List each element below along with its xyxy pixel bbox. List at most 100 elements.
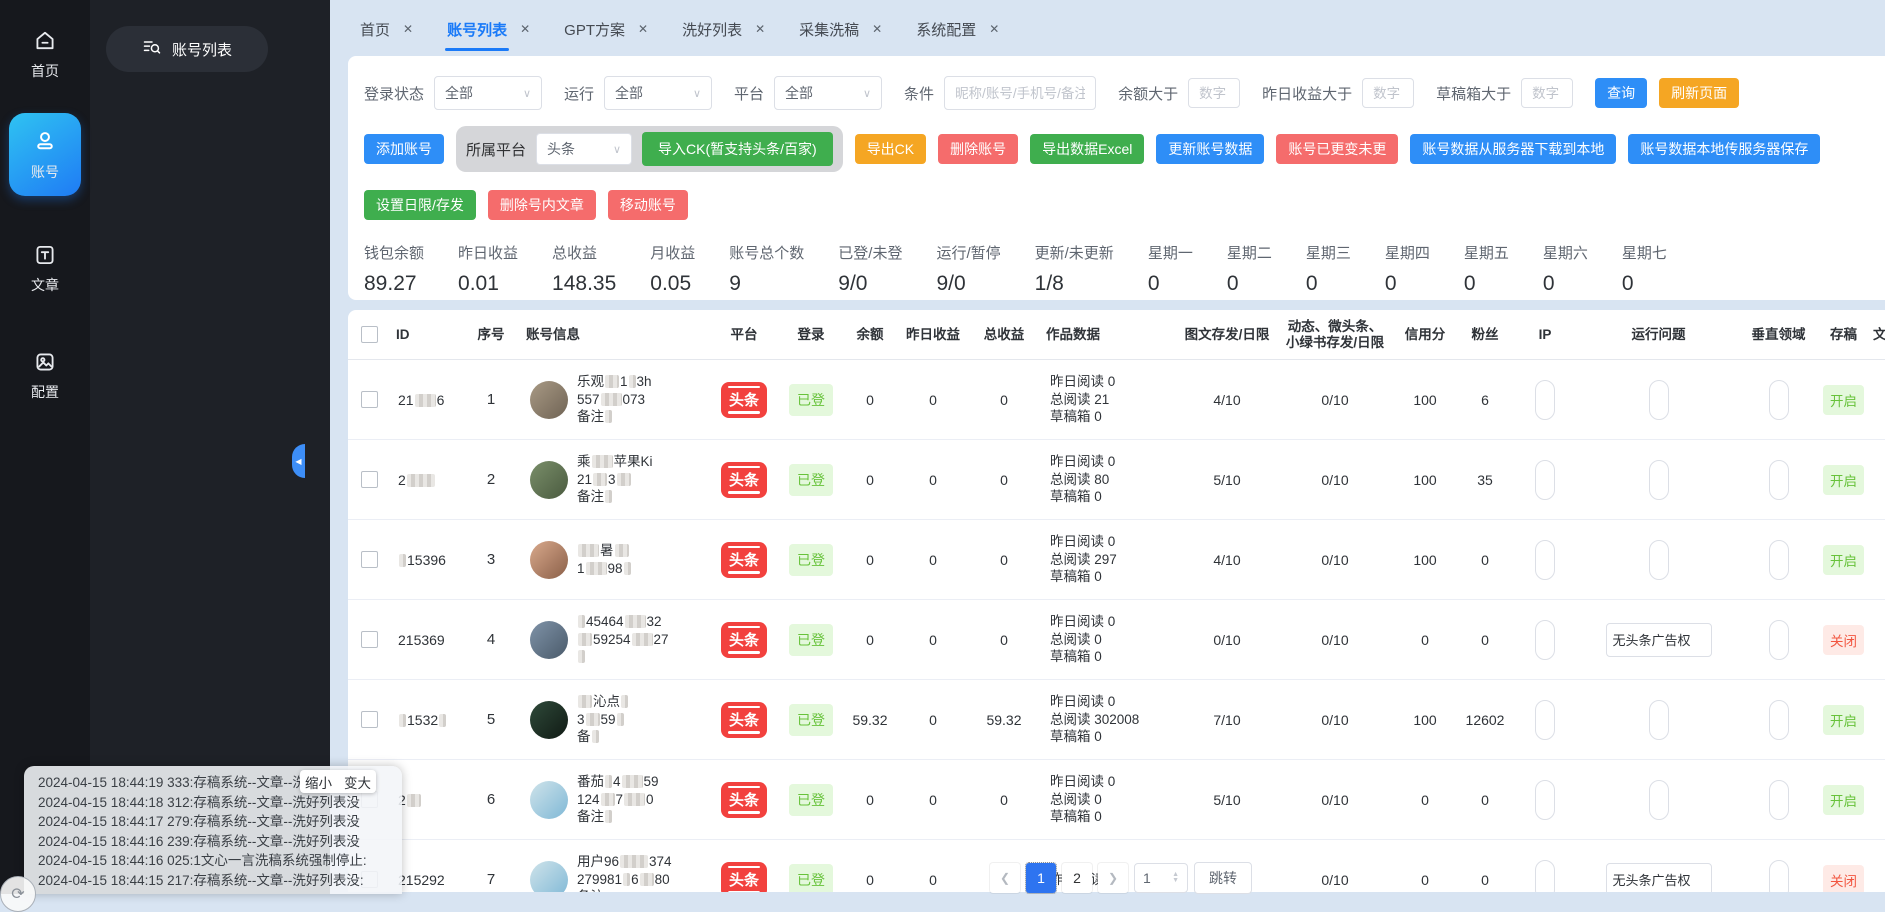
vertical-field-box[interactable] [1769,620,1789,660]
tab[interactable]: 首页 ✕ [360,19,413,40]
sidebar-item-config[interactable]: 配置 [9,343,81,408]
stat-label: 账号总个数 [729,242,804,263]
vertical-field-box[interactable] [1769,780,1789,820]
condition-input[interactable] [944,76,1096,110]
vertical-field-box[interactable] [1769,540,1789,580]
action-button[interactable]: 导出CK [855,134,926,164]
next-page-button[interactable]: ❯ [1098,863,1128,893]
yesterday-gt-input[interactable] [1362,78,1414,108]
add-account-button[interactable]: 添加账号 [364,134,444,164]
stat-value: 0 [1622,272,1667,296]
run-issue-input[interactable] [1606,623,1712,657]
sidebar-item-account[interactable]: 账号 [9,113,81,196]
run-issue-box[interactable] [1649,460,1669,500]
vertical-field-box[interactable] [1769,860,1789,893]
row-checkbox[interactable] [361,391,378,408]
stat-value: 0 [1464,272,1509,296]
close-icon[interactable]: ✕ [638,22,648,36]
stat-item: 月收益 0.05 [650,242,695,296]
tab[interactable]: 系统配置 ✕ [916,19,999,40]
zoom-out-button[interactable]: 缩小 [305,772,332,792]
ip-box[interactable] [1535,860,1555,893]
run-issue-box[interactable] [1649,380,1669,420]
ip-box[interactable] [1535,380,1555,420]
platform-select[interactable]: 全部 ∨ [774,76,882,110]
column-header: 昨日收益 [898,310,968,360]
ip-box[interactable] [1535,780,1555,820]
draftbox-gt-label: 草稿箱大于 [1436,83,1511,104]
run-select[interactable]: 全部 ∨ [604,76,712,110]
run-issue-box[interactable] [1649,700,1669,740]
total-earning-cell: 0 [968,440,1040,520]
query-button[interactable]: 查询 [1595,78,1647,108]
run-issue-box[interactable] [1649,780,1669,820]
ip-box[interactable] [1535,540,1555,580]
tab[interactable]: 洗好列表 ✕ [682,19,765,40]
chevron-right-icon: ❯ [1108,871,1118,885]
stat-item: 星期六 0 [1543,242,1588,296]
vertical-field-box[interactable] [1769,700,1789,740]
credit-score-cell: 100 [1394,440,1456,520]
action-button[interactable]: 账号数据从服务器下载到本地 [1410,134,1616,164]
main-area: 首页 ✕ 账号列表 ✕ GPT方案 ✕ 洗好列表 ✕ 采集洗稿 ✕ [330,0,1885,894]
tab-bar: 首页 ✕ 账号列表 ✕ GPT方案 ✕ 洗好列表 ✕ 采集洗稿 ✕ [360,14,1885,44]
action-button[interactable]: 账号已更变未更 [1276,134,1398,164]
sidebar-item-home[interactable]: 首页 [9,22,81,87]
select-all-checkbox[interactable] [361,326,378,343]
close-icon[interactable]: ✕ [520,22,530,36]
action-button[interactable]: 导出数据Excel [1030,134,1144,164]
balance-cell: 0 [842,840,898,893]
action-button[interactable]: 更新账号数据 [1156,134,1264,164]
panel-search[interactable]: 账号列表 [106,26,268,72]
run-issue-box[interactable] [1649,540,1669,580]
row-checkbox[interactable] [361,551,378,568]
sidebar-item-article[interactable]: 文章 [9,236,81,301]
refresh-page-button[interactable]: 刷新页面 [1659,78,1739,108]
close-icon[interactable]: ✕ [872,22,882,36]
row-checkbox[interactable] [361,631,378,648]
ip-box[interactable] [1535,700,1555,740]
ip-box[interactable] [1535,460,1555,500]
action-button[interactable]: 设置日限/存发 [364,190,476,220]
balance-gt-input[interactable] [1188,78,1240,108]
close-icon[interactable]: ✕ [989,22,999,36]
page-number-button[interactable]: 2 [1062,863,1092,893]
avatar [530,781,568,819]
article-quota-cell: 5/10 [1178,440,1276,520]
close-icon[interactable]: ✕ [755,22,765,36]
collapse-arrow-icon: ◀ [295,457,301,466]
action-button[interactable]: 删除账号 [938,134,1018,164]
login-status-select[interactable]: 全部 ∨ [434,76,542,110]
zoom-in-button[interactable]: 变大 [344,772,371,792]
owning-platform-select[interactable]: 头条 ∨ [536,133,632,165]
row-checkbox[interactable] [361,471,378,488]
page-number-button[interactable]: 1 [1026,863,1056,893]
row-checkbox[interactable] [361,711,378,728]
run-label: 运行 [564,83,594,104]
action-button[interactable]: 账号数据本地传服务器保存 [1628,134,1820,164]
close-icon[interactable]: ✕ [403,22,413,36]
balance-cell: 0 [842,760,898,840]
jump-button[interactable]: 跳转 [1194,862,1252,894]
stat-value: 0 [1385,272,1430,296]
action-button[interactable]: 删除号内文章 [488,190,596,220]
balance-cell: 0 [842,440,898,520]
tab[interactable]: GPT方案 ✕ [564,19,648,40]
prev-page-button[interactable]: ❮ [990,863,1020,893]
stepper-icons[interactable]: ▲ ▼ [1172,872,1179,884]
float-button[interactable]: ⟳ [0,876,36,912]
tab[interactable]: 采集洗稿 ✕ [799,19,882,40]
account-info-lines: 4546432 5925427 [577,613,669,666]
tab[interactable]: 账号列表 ✕ [447,19,530,40]
vertical-field-box[interactable] [1769,460,1789,500]
action-button[interactable]: 移动账号 [608,190,688,220]
run-issue-input[interactable] [1606,863,1712,893]
sidebar-item-label: 配置 [31,382,59,402]
import-ck-button[interactable]: 导入CK(暂支持头条/百家) [642,132,833,166]
draftbox-gt-input[interactable] [1521,78,1573,108]
page-jump-input[interactable]: 1 ▲ ▼ [1134,863,1188,893]
vertical-field-box[interactable] [1769,380,1789,420]
column-header: 账号信息 [520,310,708,360]
ip-box[interactable] [1535,620,1555,660]
panel-collapse-handle[interactable]: ◀ [292,444,305,478]
